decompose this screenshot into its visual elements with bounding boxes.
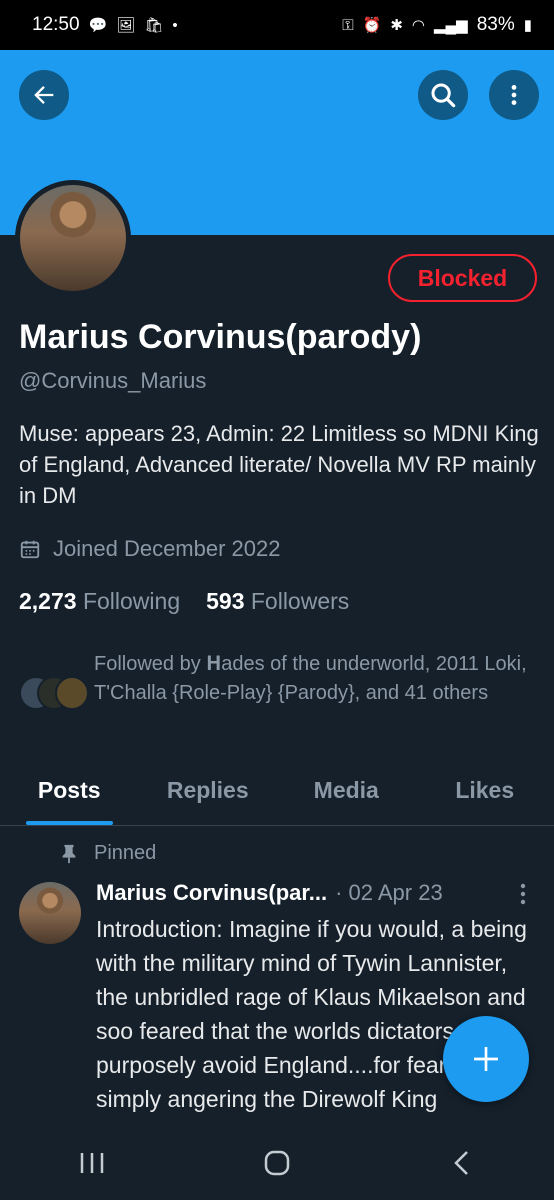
wifi-icon: ◠ (411, 17, 425, 34)
home-icon (264, 1150, 290, 1176)
dot-icon: • (172, 16, 178, 34)
home-button[interactable] (247, 1138, 307, 1188)
more-vertical-icon (520, 883, 526, 905)
battery-icon: ▮ (523, 17, 532, 34)
post-header: Marius Corvinus(par... · 02 Apr 23 (96, 880, 536, 906)
bluetooth-icon: ✱ (390, 17, 403, 34)
following-link[interactable]: 2,273 Following (19, 588, 180, 615)
search-button[interactable] (418, 70, 468, 120)
tab-likes[interactable]: Likes (416, 765, 554, 825)
profile-tabs: Posts Replies Media Likes (0, 765, 554, 826)
compose-button[interactable] (443, 1016, 529, 1102)
followers-count: 593 (206, 588, 245, 614)
bag-icon: 🛍 (144, 17, 164, 34)
joined-text: Joined December 2022 (53, 536, 281, 561)
follower-avatar (55, 676, 89, 710)
key-icon: ⚿ (342, 16, 354, 34)
post-avatar[interactable] (19, 882, 81, 944)
following-label: Following (82, 588, 181, 614)
recent-apps-icon (81, 1153, 104, 1173)
profile-handle: @Corvinus_Marius (19, 368, 207, 393)
search-icon (431, 83, 456, 108)
status-time: 12:50 (32, 14, 80, 35)
status-right: ⚿ ⏰ ✱ ◠ ▂▄▆ 83% ▮ (342, 14, 532, 36)
profile-bio: Muse: appears 23, Admin: 22 Limitless so… (19, 421, 539, 508)
chevron-left-icon (453, 1151, 468, 1175)
back-button[interactable] (19, 70, 69, 120)
system-nav-bar (0, 1126, 554, 1200)
profile-avatar[interactable] (15, 180, 131, 296)
status-left: 12:50 💬 🖼 🛍 • (32, 14, 178, 36)
tab-media[interactable]: Media (277, 765, 416, 825)
tab-replies[interactable]: Replies (139, 765, 278, 825)
alarm-icon: ⏰ (362, 17, 382, 34)
following-count: 2,273 (19, 588, 77, 614)
arrow-left-icon (34, 86, 54, 104)
more-vertical-icon (511, 85, 517, 105)
pin-icon (62, 844, 76, 863)
post-author[interactable]: Marius Corvinus(par... (96, 880, 327, 906)
followers-link[interactable]: 593 Followers (206, 588, 349, 615)
joined-date: Joined December 2022 (19, 536, 280, 562)
post-more-button[interactable] (513, 880, 533, 908)
blocked-button[interactable]: Blocked (388, 254, 537, 302)
tab-posts[interactable]: Posts (0, 765, 139, 825)
avatar-image (20, 185, 126, 291)
follow-stats: 2,273 Following 593 Followers (19, 588, 349, 615)
profile-name: Marius Corvinus(parody) (19, 318, 422, 356)
more-options-button[interactable] (489, 70, 539, 120)
pinned-label: Pinned (94, 842, 157, 864)
post-date: · 02 Apr 23 (335, 880, 443, 905)
pinned-indicator: Pinned (60, 842, 156, 865)
signal-icon: ▂▄▆ (434, 17, 468, 34)
plus-icon (474, 1047, 498, 1071)
gallery-icon: 🖼 (116, 17, 136, 34)
recent-apps-button[interactable] (62, 1138, 122, 1188)
followers-label: Followers (250, 588, 350, 614)
followed-by-avatars (19, 676, 89, 712)
battery-level: 83% (476, 14, 515, 35)
message-icon: 💬 (88, 17, 108, 34)
followed-by-text: Followed by 𝐇ades of the underworld, 201… (94, 653, 527, 704)
status-bar: 12:50 💬 🖼 🛍 • ⚿ ⏰ ✱ ◠ ▂▄▆ 83% ▮ (0, 0, 554, 50)
system-back-button[interactable] (432, 1138, 492, 1188)
calendar-icon (20, 540, 40, 559)
